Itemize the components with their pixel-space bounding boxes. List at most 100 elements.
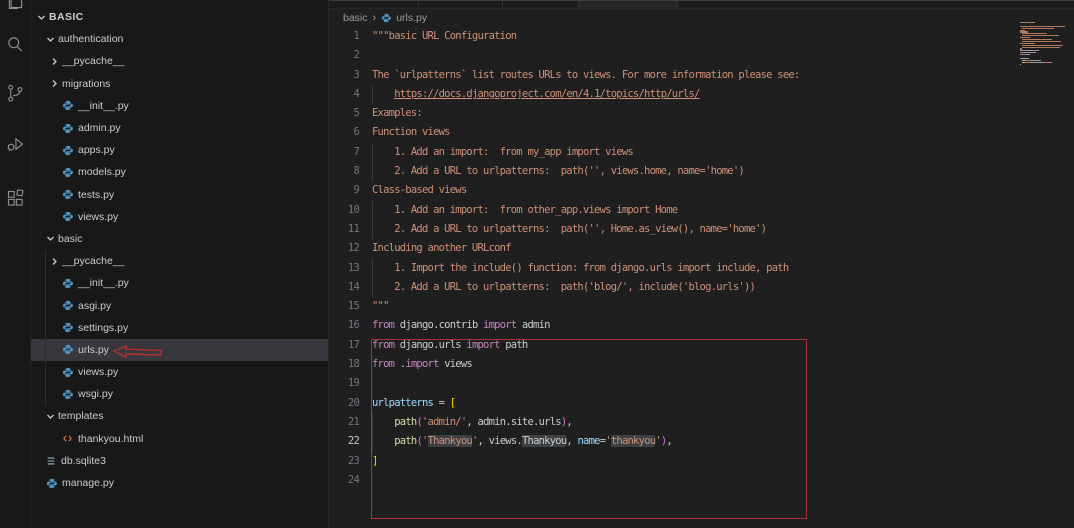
file-item-admin-py[interactable]: admin.py xyxy=(31,117,328,139)
folder-label: migrations xyxy=(62,78,110,90)
file-item-thankyou-html[interactable]: thankyou.html xyxy=(31,428,328,450)
line-number: 17 xyxy=(329,336,359,355)
file-label: __init__.py xyxy=(78,100,129,112)
file-label: db.sqlite3 xyxy=(61,455,106,467)
source-control-icon[interactable] xyxy=(0,73,30,113)
line-number: 9 xyxy=(329,181,359,200)
line-number: 1 xyxy=(329,27,359,46)
file-item-models-py[interactable]: models.py xyxy=(31,161,328,183)
db-file-icon xyxy=(46,456,56,466)
code-line: from .import views xyxy=(372,355,799,374)
python-file-icon xyxy=(62,189,73,200)
code-line: Examples: xyxy=(372,104,799,123)
folder-item-pycache[interactable]: __pycache__ xyxy=(31,250,328,272)
folder-item-templates[interactable]: templates xyxy=(31,405,328,427)
file-label: models.py xyxy=(78,166,126,178)
file-item-tests-py[interactable]: tests.py xyxy=(31,184,328,206)
line-number: 16 xyxy=(329,316,359,335)
line-number: 19 xyxy=(329,374,359,393)
code-line xyxy=(372,46,799,65)
folder-label: __pycache__ xyxy=(62,55,124,67)
search-icon[interactable] xyxy=(0,24,30,64)
code-line: path('Thankyou', views.Thankyou, name='t… xyxy=(372,432,799,451)
file-label: urls.py xyxy=(78,344,109,356)
python-file-icon xyxy=(62,389,73,400)
python-file-icon xyxy=(381,13,391,23)
code-area[interactable]: 123456789101112131415161718192021222324 … xyxy=(329,27,1074,528)
breadcrumb-file[interactable]: urls.py xyxy=(396,12,427,24)
line-number: 12 xyxy=(329,239,359,258)
folder-item-pycache[interactable]: __pycache__ xyxy=(31,50,328,72)
line-number: 3 xyxy=(329,66,359,85)
python-file-icon xyxy=(62,145,73,156)
chevron-down-icon xyxy=(46,412,55,421)
file-item-settings-py[interactable]: settings.py xyxy=(31,317,328,339)
file-label: views.py xyxy=(78,366,118,378)
code-line: Including another URLconf xyxy=(372,239,799,258)
code-line: urlpatterns = [ xyxy=(372,394,799,413)
line-number: 24 xyxy=(329,471,359,490)
line-number: 23 xyxy=(329,452,359,471)
python-file-icon xyxy=(62,300,73,311)
line-number: 14 xyxy=(329,278,359,297)
file-item-manage-py[interactable]: manage.py xyxy=(31,472,328,494)
chevron-right-icon: › xyxy=(373,12,377,24)
tab-segment[interactable] xyxy=(419,1,503,8)
file-item-asgi-py[interactable]: asgi.py xyxy=(31,294,328,316)
tab-segment[interactable] xyxy=(503,1,579,8)
file-item-urls-py[interactable]: urls.py xyxy=(31,339,328,361)
code-line: from django.urls import path xyxy=(372,336,799,355)
file-item-apps-py[interactable]: apps.py xyxy=(31,139,328,161)
extensions-icon[interactable] xyxy=(0,178,30,218)
tab-segment-active[interactable] xyxy=(579,1,677,8)
code-line: https://docs.djangoproject.com/en/4.1/to… xyxy=(372,85,799,104)
line-number: 2 xyxy=(329,46,359,65)
code-line: 2. Add a URL to urlpatterns: path('', vi… xyxy=(372,162,799,181)
breadcrumb-folder[interactable]: basic xyxy=(343,12,368,24)
file-label: wsgi.py xyxy=(78,388,113,400)
folder-label: templates xyxy=(58,410,104,422)
python-file-icon xyxy=(62,167,73,178)
python-file-icon xyxy=(46,478,57,489)
line-number: 20 xyxy=(329,394,359,413)
file-item-views-py[interactable]: views.py xyxy=(31,206,328,228)
file-label: asgi.py xyxy=(78,300,111,312)
chevron-down-icon xyxy=(46,35,55,44)
file-label: apps.py xyxy=(78,144,115,156)
line-number: 15 xyxy=(329,297,359,316)
code-line: Function views xyxy=(372,123,799,142)
code-line: from django.contrib import admin xyxy=(372,316,799,335)
code-line: 1. Import the include() function: from d… xyxy=(372,259,799,278)
code-content[interactable]: """basic URL Configuration The `urlpatte… xyxy=(372,27,799,490)
html-file-icon xyxy=(62,433,73,444)
run-debug-icon[interactable] xyxy=(0,124,30,164)
folder-item-authentication[interactable]: authentication xyxy=(31,28,328,50)
line-number: 22 xyxy=(329,432,359,451)
folder-item-migrations[interactable]: migrations xyxy=(31,73,328,95)
breadcrumb: basic › urls.py xyxy=(343,9,427,26)
file-item-views-py[interactable]: views.py xyxy=(31,361,328,383)
explorer-section-basic[interactable]: BASIC xyxy=(31,6,328,28)
folder-label: BASIC xyxy=(49,11,84,23)
line-number: 6 xyxy=(329,123,359,142)
explorer-icon[interactable] xyxy=(0,0,30,12)
file-item-db-sqlite3[interactable]: db.sqlite3 xyxy=(31,450,328,472)
chevron-right-icon xyxy=(50,57,59,66)
code-line xyxy=(372,374,799,393)
code-line: 1. Add an import: from other_app.views i… xyxy=(372,201,799,220)
python-file-icon xyxy=(62,344,73,355)
file-item-wsgi-py[interactable]: wsgi.py xyxy=(31,383,328,405)
file-label: settings.py xyxy=(78,322,128,334)
file-item-init-py[interactable]: __init__.py xyxy=(31,95,328,117)
editor-pane: basic › urls.py 123456789101112131415161… xyxy=(328,0,1074,528)
file-tree: BASIC authentication __pycache__ migrations… xyxy=(31,6,328,494)
line-number: 21 xyxy=(329,413,359,432)
minimap[interactable] xyxy=(1020,22,1068,67)
file-item-init-py[interactable]: __init__.py xyxy=(31,272,328,294)
tab-segment[interactable] xyxy=(329,1,419,8)
tab-strip[interactable] xyxy=(329,0,1074,9)
code-line: 2. Add a URL to urlpatterns: path('blog/… xyxy=(372,278,799,297)
folder-label: authentication xyxy=(58,33,123,45)
file-label: tests.py xyxy=(78,189,114,201)
folder-item-basic[interactable]: basic xyxy=(31,228,328,250)
